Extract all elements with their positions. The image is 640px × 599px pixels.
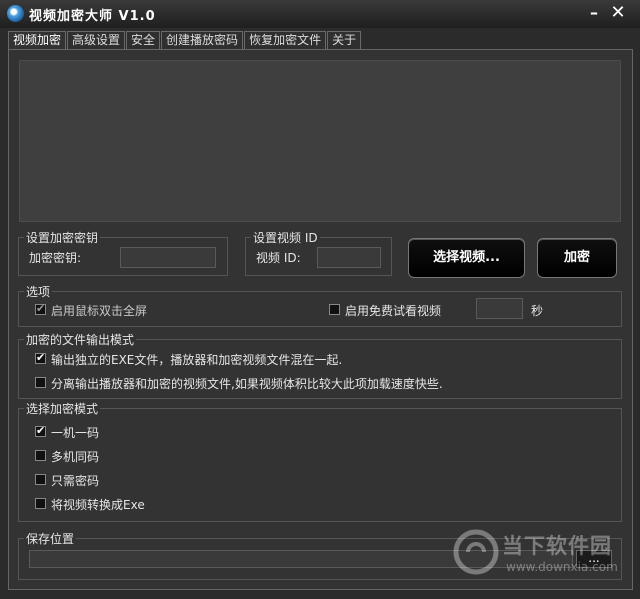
mode-convert-exe-checkbox[interactable] — [35, 498, 46, 509]
watermark-brand: 当下软件园 — [502, 534, 612, 558]
video-id-legend: 设置视频 ID — [253, 231, 318, 245]
tab-create-play-password[interactable]: 创建播放密码 — [161, 31, 244, 50]
watermark-url: www.downxia.com — [506, 560, 618, 574]
mode-password-only-checkbox[interactable] — [35, 474, 46, 485]
output-separate-label: 分离输出播放器和加密的视频文件,如果视频体积比较大此项加载速度快些. — [51, 377, 443, 391]
tab-about[interactable]: 关于 — [327, 31, 362, 50]
video-id-input[interactable] — [317, 247, 381, 268]
fullscreen-checkbox[interactable]: ✔ — [35, 302, 46, 315]
encrypt-key-input[interactable] — [120, 247, 216, 268]
fullscreen-label: 启用鼠标双击全屏 — [51, 304, 148, 318]
check-icon: ✔ — [36, 351, 46, 364]
app-logo-icon — [7, 5, 24, 22]
tab-bar: 视频加密 高级设置 安全 创建播放密码 恢复加密文件 关于 — [8, 31, 362, 51]
output-separate-checkbox[interactable] — [35, 377, 46, 388]
output-exe-label: 输出独立的EXE文件，播放器和加密视频文件混在一起. — [51, 353, 343, 367]
mode-multi-machine-checkbox[interactable] — [35, 450, 46, 461]
trial-seconds-input[interactable] — [476, 298, 523, 319]
close-button[interactable]: ✕ — [608, 3, 628, 23]
mode-one-machine-label: 一机一码 — [51, 426, 100, 440]
save-location-legend: 保存位置 — [26, 532, 75, 546]
mode-convert-exe-label: 将视频转换成Exe — [51, 498, 145, 512]
check-icon: ✔ — [36, 302, 46, 315]
output-mode-legend: 加密的文件输出模式 — [26, 333, 135, 347]
trial-seconds-unit: 秒 — [531, 304, 544, 318]
output-exe-checkbox[interactable]: ✔ — [35, 351, 46, 364]
tab-video-encrypt[interactable]: 视频加密 — [8, 31, 67, 51]
mode-one-machine-checkbox[interactable]: ✔ — [35, 424, 46, 437]
select-video-button[interactable]: 选择视频... — [408, 238, 525, 278]
mode-multi-machine-label: 多机同码 — [51, 450, 100, 464]
video-id-label: 视频 ID: — [256, 251, 301, 265]
check-icon: ✔ — [36, 424, 46, 437]
encrypt-key-legend: 设置加密密钥 — [26, 231, 99, 245]
free-trial-label: 启用免费试看视频 — [345, 304, 442, 318]
encrypt-mode-legend: 选择加密模式 — [26, 402, 99, 416]
free-trial-checkbox[interactable] — [329, 304, 340, 315]
video-list-area[interactable] — [19, 60, 621, 222]
options-legend: 选项 — [26, 285, 51, 299]
window-title: 视频加密大师 V1.0 — [29, 9, 156, 24]
encrypt-key-label: 加密密钥: — [29, 251, 82, 265]
watermark: 当下软件园 www.downxia.com — [452, 524, 636, 596]
tab-security[interactable]: 安全 — [126, 31, 161, 50]
tab-restore-encrypted-file[interactable]: 恢复加密文件 — [244, 31, 327, 50]
minimize-button[interactable]: – — [586, 4, 602, 22]
encrypt-button[interactable]: 加密 — [537, 238, 617, 278]
mode-password-only-label: 只需密码 — [51, 474, 100, 488]
tab-advanced-settings[interactable]: 高级设置 — [67, 31, 126, 50]
